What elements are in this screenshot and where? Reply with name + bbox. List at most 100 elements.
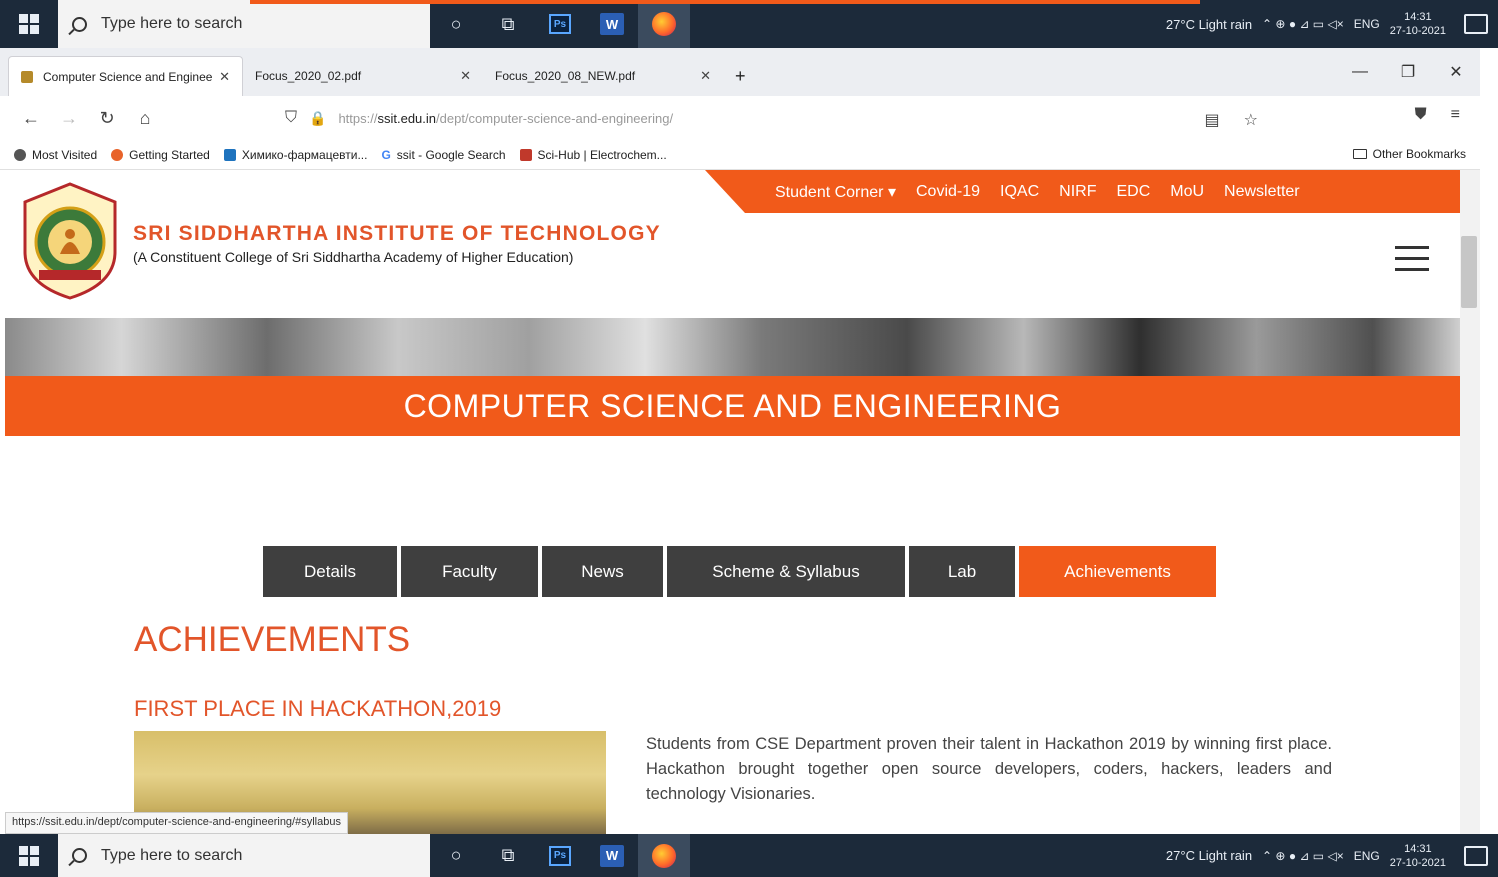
tray-icons[interactable]: ⌃ ⊕ ● ⊿ ▭ ◁× — [1262, 17, 1344, 31]
status-url-tooltip: https://ssit.edu.in/dept/computer-scienc… — [5, 812, 348, 834]
bookmark-label: Sci-Hub | Electrochem... — [537, 147, 667, 162]
tab-pdf-2[interactable]: Focus_2020_08_NEW.pdf ✕ — [483, 56, 723, 96]
close-tab-icon[interactable]: ✕ — [700, 68, 711, 84]
task-view-icon[interactable]: ⧉ — [482, 0, 534, 48]
tab-active[interactable]: Computer Science and Enginee ✕ — [8, 56, 243, 96]
restore-icon[interactable]: ❐ — [1384, 62, 1432, 82]
start-button[interactable] — [0, 834, 58, 877]
clock[interactable]: 14:31 27-10-2021 — [1390, 842, 1446, 870]
photoshop-icon[interactable]: Ps — [534, 834, 586, 877]
windows-icon — [19, 845, 39, 866]
nav-edc[interactable]: EDC — [1116, 183, 1150, 201]
minimize-icon[interactable]: — — [1336, 63, 1384, 81]
institute-subtitle: (A Constituent College of Sri Siddhartha… — [133, 249, 574, 265]
institute-logo[interactable] — [19, 182, 121, 300]
tab-label: Focus_2020_02.pdf — [255, 69, 362, 83]
other-bookmarks[interactable]: Other Bookmarks — [1352, 147, 1466, 161]
bookmark-getting-started[interactable]: Getting Started — [111, 148, 210, 162]
web-page: Student Corner ▾ Covid-19 IQAC NIRF EDC … — [5, 170, 1460, 834]
new-tab-button[interactable]: + — [723, 56, 758, 96]
nav-iqac[interactable]: IQAC — [1000, 183, 1039, 201]
hamburger-menu-icon[interactable] — [1395, 246, 1429, 279]
reload-icon[interactable]: ↻ — [88, 108, 126, 129]
taskbar-search-placeholder: Type here to search — [101, 846, 243, 864]
clock[interactable]: 14:31 27-10-2021 — [1390, 10, 1446, 38]
scrollbar-thumb[interactable] — [1461, 236, 1477, 308]
url-domain: ssit.edu.in — [377, 110, 437, 126]
url-path: /dept/computer-science-and-engineering/ — [436, 110, 674, 126]
clock-date: 27-10-2021 — [1389, 25, 1446, 37]
bookmark-chem[interactable]: Химико-фармацевти... — [223, 147, 368, 162]
browser-nav-bar: ← → ↻ ⌂ ⛉ 🔒 https://ssit.edu.in/dept/com… — [0, 96, 1480, 140]
tab-achievements[interactable]: Achievements — [1019, 546, 1216, 597]
tab-lab[interactable]: Lab — [909, 546, 1015, 597]
bookmark-scihub[interactable]: Sci-Hub | Electrochem... — [519, 147, 667, 162]
bookmark-label: Most Visited — [32, 147, 98, 162]
pocket-icon[interactable]: ⛊ — [1415, 106, 1427, 124]
word-icon[interactable]: W — [586, 834, 638, 877]
tab-label: Computer Science and Enginee — [43, 69, 213, 84]
bookmark-label: Химико-фармацевти... — [241, 147, 368, 162]
clock-time: 14:31 — [1404, 842, 1432, 855]
tab-pdf-1[interactable]: Focus_2020_02.pdf ✕ — [243, 56, 483, 96]
nav-newsletter[interactable]: Newsletter — [1224, 183, 1300, 201]
reader-view-icon[interactable]: ▤ — [1205, 110, 1220, 130]
taskbar-search[interactable]: Type here to search — [58, 0, 430, 48]
system-tray: 27°C Light rain ⌃ ⊕ ● ⊿ ▭ ◁× ENG 14:31 27… — [1166, 10, 1498, 38]
start-button[interactable] — [0, 0, 58, 48]
close-tab-icon[interactable]: ✕ — [219, 69, 230, 85]
tab-faculty[interactable]: Faculty — [401, 546, 538, 597]
bookmark-star-icon[interactable]: ☆ — [1244, 110, 1258, 130]
department-banner: COMPUTER SCIENCE AND ENGINEERING — [5, 376, 1460, 436]
bookmark-label: Getting Started — [129, 147, 210, 162]
taskbar-accent-strip — [250, 0, 1200, 4]
nav-covid[interactable]: Covid-19 — [916, 183, 980, 201]
browser-tab-bar: Computer Science and Enginee ✕ Focus_2020… — [0, 48, 1480, 96]
cortana-icon[interactable]: ○ — [430, 0, 482, 48]
notification-icon[interactable] — [1464, 845, 1488, 866]
nav-mou[interactable]: MoU — [1170, 183, 1204, 201]
language-indicator[interactable]: ENG — [1354, 849, 1380, 863]
site-top-nav: Student Corner ▾ Covid-19 IQAC NIRF EDC … — [705, 170, 1460, 213]
word-icon[interactable]: W — [586, 0, 638, 48]
nav-nirf[interactable]: NIRF — [1059, 183, 1096, 201]
firefox-icon[interactable] — [638, 834, 690, 877]
nav-student-corner[interactable]: Student Corner ▾ — [775, 182, 896, 202]
windows-icon — [19, 14, 39, 34]
achievement-description: Students from CSE Department proven thei… — [646, 735, 1332, 803]
bookmark-google[interactable]: Gssit - Google Search — [381, 148, 505, 162]
gear-icon — [14, 148, 26, 161]
taskbar-search-placeholder: Type here to search — [101, 15, 243, 32]
bookmark-label: ssit - Google Search — [396, 147, 506, 162]
photoshop-icon[interactable]: Ps — [534, 0, 586, 48]
bottom-taskbar: Type here to search ○ ⧉ Ps W 27°C Light … — [0, 834, 1498, 877]
menu-icon[interactable]: ≡ — [1451, 106, 1460, 124]
firefox-icon[interactable] — [638, 0, 690, 48]
back-icon[interactable]: ← — [12, 108, 50, 129]
tab-details[interactable]: Details — [263, 546, 397, 597]
site-icon — [223, 148, 236, 161]
lock-icon: 🔒 — [309, 109, 327, 126]
taskbar-search[interactable]: Type here to search — [58, 834, 430, 877]
clock-time: 14:31 — [1404, 11, 1432, 23]
section-title: ACHIEVEMENTS — [134, 620, 411, 659]
tab-scheme-syllabus[interactable]: Scheme & Syllabus — [667, 546, 905, 597]
tray-icons[interactable]: ⌃ ⊕ ● ⊿ ▭ ◁× — [1262, 849, 1344, 863]
notification-icon[interactable] — [1464, 14, 1488, 34]
url-prefix: https:// — [338, 110, 378, 126]
url-bar[interactable]: ⛉ 🔒 https://ssit.edu.in/dept/computer-sc… — [285, 100, 1280, 136]
weather-widget[interactable]: 27°C Light rain — [1166, 17, 1252, 32]
home-icon[interactable]: ⌂ — [126, 108, 164, 129]
forward-icon[interactable]: → — [50, 108, 88, 129]
task-view-icon[interactable]: ⧉ — [482, 834, 534, 877]
language-indicator[interactable]: ENG — [1354, 17, 1380, 31]
close-window-icon[interactable]: ✕ — [1432, 62, 1480, 82]
cortana-icon[interactable]: ○ — [430, 834, 482, 877]
page-scrollbar[interactable] — [1460, 170, 1480, 834]
bookmark-most-visited[interactable]: Most Visited — [14, 148, 97, 162]
weather-widget[interactable]: 27°C Light rain — [1166, 848, 1252, 863]
tab-news[interactable]: News — [542, 546, 663, 597]
tab-label: Focus_2020_08_NEW.pdf — [495, 69, 636, 83]
search-icon — [72, 16, 87, 32]
close-tab-icon[interactable]: ✕ — [460, 68, 471, 84]
